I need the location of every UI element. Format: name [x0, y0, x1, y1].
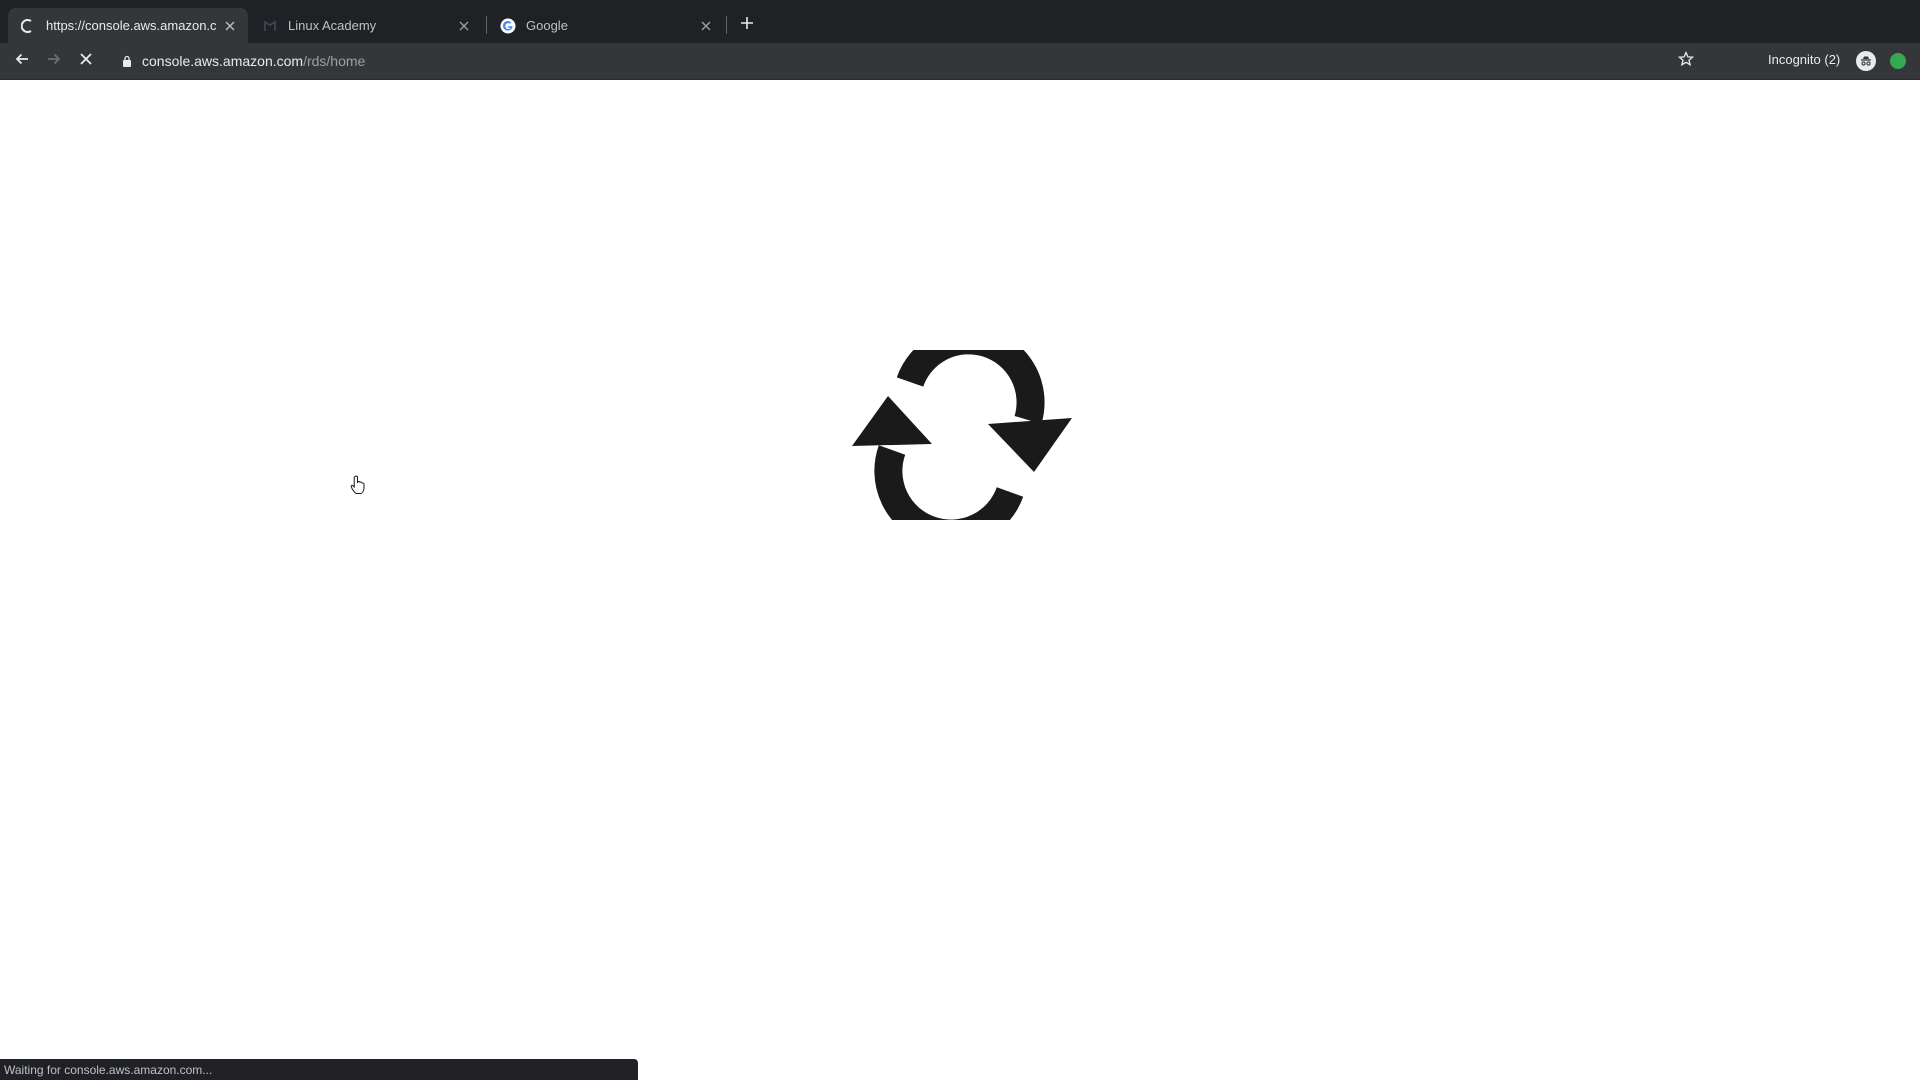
tab-strip: https://console.aws.amazon.com Linux Aca…	[0, 0, 1920, 43]
url-path: /rds/home	[303, 53, 366, 69]
star-icon	[1677, 50, 1695, 72]
arrow-right-icon	[46, 51, 62, 72]
close-icon	[79, 52, 93, 71]
status-bubble: Waiting for console.aws.amazon.com...	[0, 1059, 638, 1080]
tab-title: https://console.aws.amazon.com	[46, 18, 216, 33]
profile-label[interactable]: Incognito (2)	[1768, 52, 1840, 67]
linux-academy-icon	[262, 18, 278, 34]
back-button[interactable]	[10, 49, 34, 73]
url-host: console.aws.amazon.com	[142, 53, 304, 69]
tab-google[interactable]: Google	[488, 8, 724, 43]
hand-pointer-cursor-icon	[350, 475, 365, 494]
close-icon[interactable]	[698, 18, 714, 34]
plus-icon	[740, 16, 754, 35]
tab-linux-academy[interactable]: Linux Academy	[250, 8, 482, 43]
page-content	[0, 80, 1920, 1080]
stop-loading-button[interactable]	[74, 49, 98, 73]
tab-title: Linux Academy	[288, 18, 377, 33]
bookmark-button[interactable]	[1674, 49, 1698, 73]
browser-window: https://console.aws.amazon.com Linux Aca…	[0, 0, 1920, 1080]
address-bar[interactable]: console.aws.amazon.com/rds/home	[112, 47, 1692, 75]
tab-aws-console[interactable]: https://console.aws.amazon.com	[8, 8, 248, 43]
browser-toolbar: console.aws.amazon.com/rds/home Incognit…	[0, 43, 1920, 80]
close-icon[interactable]	[456, 18, 472, 34]
google-icon	[500, 18, 516, 34]
new-tab-button[interactable]	[735, 13, 759, 37]
arrow-left-icon	[14, 51, 30, 72]
tab-title: Google	[526, 18, 568, 33]
close-icon[interactable]	[222, 18, 238, 34]
status-text: Waiting for console.aws.amazon.com...	[4, 1062, 213, 1077]
lock-icon	[120, 54, 134, 68]
forward-button[interactable]	[42, 49, 66, 73]
tab-separator	[486, 16, 487, 34]
extension-icon[interactable]	[1890, 53, 1906, 69]
tab-separator	[726, 16, 727, 34]
loading-spinner-icon	[20, 18, 36, 34]
refresh-loading-icon	[852, 350, 1072, 520]
incognito-icon[interactable]	[1856, 51, 1876, 71]
